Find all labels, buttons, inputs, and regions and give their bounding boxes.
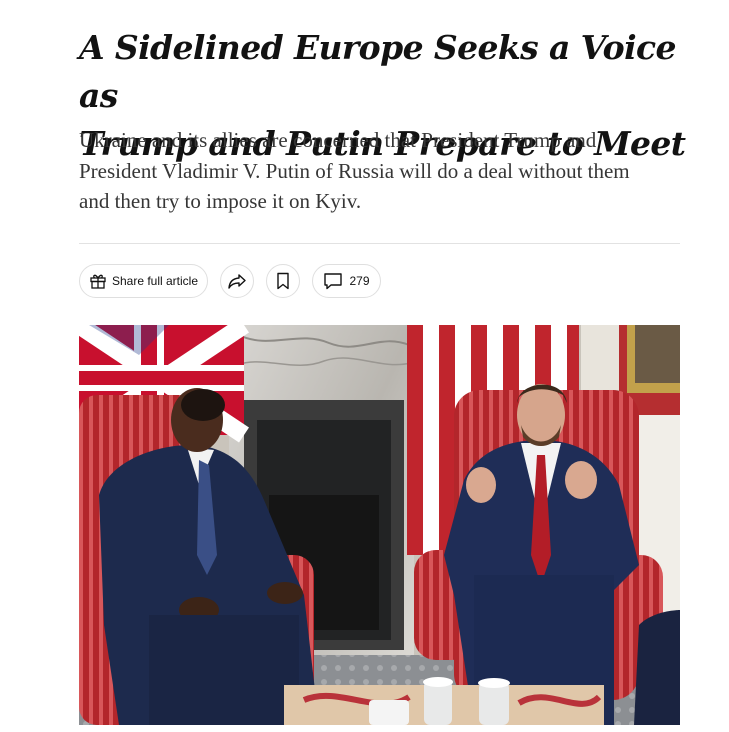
summary-line-3: and then try to impose it on Kyiv. (79, 189, 362, 213)
comments-button[interactable]: 279 (312, 264, 381, 298)
gift-icon (89, 272, 107, 290)
summary-line-1: Ukraine and its allies are concerned tha… (79, 128, 597, 152)
headline-line-1: A Sidelined Europe Seeks a Voice as (79, 28, 677, 115)
lead-photo[interactable] (79, 325, 680, 725)
article: A Sidelined Europe Seeks a Voice as Trum… (0, 0, 729, 732)
summary: Ukraine and its allies are concerned tha… (79, 125, 694, 217)
summary-line-2: President Vladimir V. Putin of Russia wi… (79, 158, 630, 183)
share-button[interactable] (220, 264, 254, 298)
share-full-article-label: Share full article (111, 274, 199, 288)
comment-count: 279 (349, 274, 370, 288)
share-full-article-button[interactable]: Share full article (79, 264, 208, 298)
lead-photo-image (79, 325, 680, 725)
divider (79, 243, 680, 244)
bookmark-icon (276, 272, 290, 290)
save-button[interactable] (266, 264, 300, 298)
comment-bubble-icon (323, 272, 343, 290)
share-arrow-icon (227, 272, 247, 290)
